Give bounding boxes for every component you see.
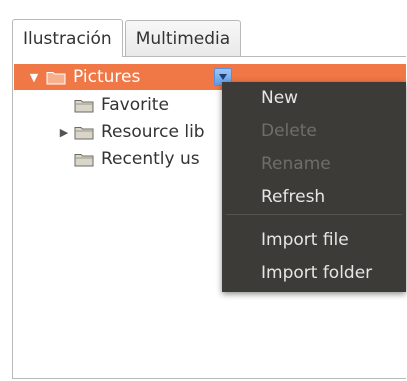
tab-bar: Ilustración Multimedia [12, 19, 242, 57]
tree-item-label: Resource lib [101, 122, 205, 142]
tab-multimedia[interactable]: Multimedia [124, 20, 242, 56]
folder-icon [74, 152, 94, 167]
tab-ilustracion[interactable]: Ilustración [12, 19, 123, 57]
triangle-right-icon[interactable]: ▶ [58, 126, 70, 139]
tree-item-label: Favorite [101, 95, 169, 115]
folder-icon [74, 125, 94, 140]
menu-item-import-file[interactable]: Import file [261, 230, 349, 250]
triangle-down-icon[interactable]: ▼ [28, 71, 40, 84]
tree-item-resource-lib[interactable]: ▶ Resource lib [58, 119, 205, 145]
media-browser: Ilustración Multimedia ▼ Pictures Favori… [0, 0, 407, 381]
folder-icon [46, 70, 66, 85]
tree-item-recently-used[interactable]: Recently us [74, 146, 200, 172]
menu-item-delete: Delete [261, 121, 317, 141]
tree-item-label: Pictures [73, 67, 141, 87]
tree-item-label: Recently us [101, 149, 200, 169]
tree-item-favorite[interactable]: Favorite [74, 92, 169, 118]
context-menu: New Delete Rename Refresh Import file Im… [222, 82, 406, 292]
menu-item-refresh[interactable]: Refresh [261, 187, 325, 207]
menu-separator [226, 214, 402, 215]
menu-item-rename: Rename [261, 154, 331, 174]
menu-item-import-folder[interactable]: Import folder [261, 263, 372, 283]
menu-item-new[interactable]: New [261, 88, 298, 108]
folder-icon [74, 98, 94, 113]
